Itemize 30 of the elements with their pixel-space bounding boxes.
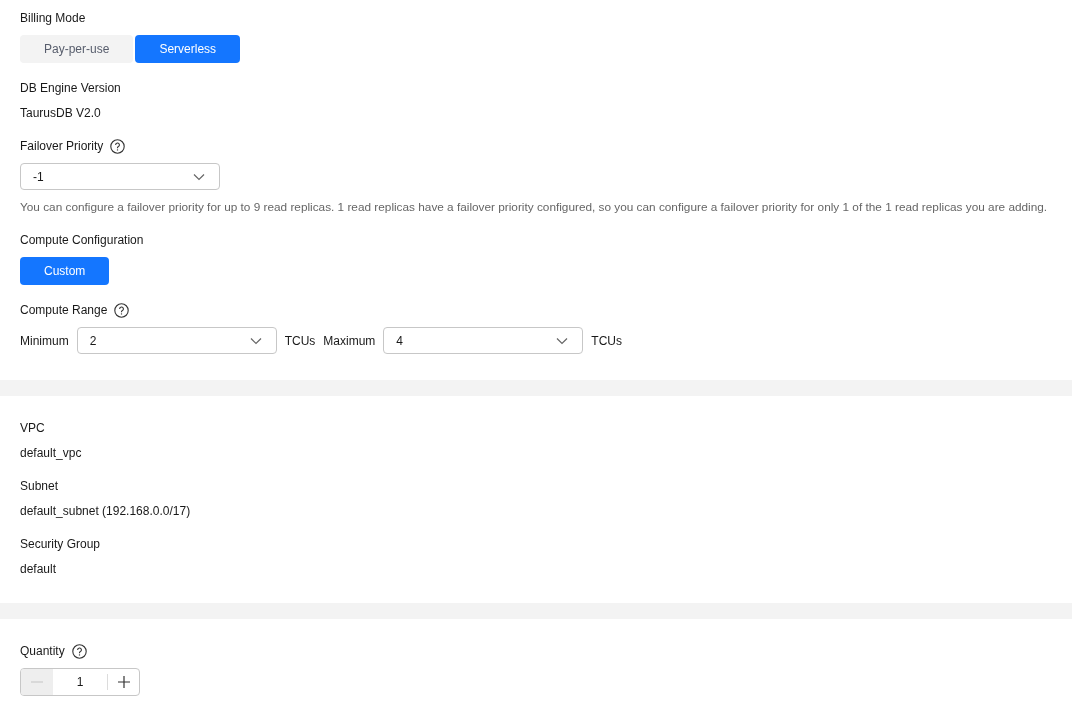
- field-value: default_subnet (192.168.0.0/17): [20, 503, 191, 519]
- field-label: Compute Range: [20, 302, 108, 318]
- field-label: Billing Mode: [20, 10, 86, 26]
- range-label: Maximum: [323, 333, 376, 348]
- field-label: Subnet: [20, 478, 59, 494]
- field-value: TaurusDB V2.0: [20, 105, 101, 121]
- dropdown[interactable]: 4: [383, 327, 584, 354]
- option-button[interactable]: Pay-per-use: [20, 35, 134, 63]
- field-label: Compute Configuration: [20, 232, 144, 248]
- range-label: Minimum: [20, 333, 69, 348]
- dropdown-value: 2: [89, 333, 97, 348]
- dropdown-value: 4: [396, 333, 404, 348]
- field-value: default: [20, 561, 57, 577]
- dropdown-value: -1: [33, 169, 44, 184]
- chevron-down-icon: [249, 336, 262, 345]
- chevron-down-icon: [556, 336, 569, 345]
- field-label: VPC: [20, 420, 45, 436]
- dropdown[interactable]: -1: [20, 163, 220, 190]
- option-button[interactable]: Custom: [20, 257, 110, 285]
- field-label: DB Engine Version: [20, 80, 121, 96]
- field-label: Security Group: [20, 536, 101, 552]
- field-value: default_vpc: [20, 445, 82, 461]
- unit-label: TCUs: [591, 333, 623, 348]
- field-label: Failover Priority: [20, 138, 104, 154]
- chevron-down-icon: [193, 172, 205, 181]
- option-button[interactable]: Serverless: [135, 35, 241, 63]
- field-label: Quantity: [20, 643, 65, 659]
- unit-label: TCUs: [284, 333, 316, 348]
- hint-text: You can configure a failover priority for up to 9 read replicas. 1 read replicas have a failover priority configured, so you can configure a failover priority for only 1 of the 1 read replicas you are adding.: [20, 199, 1048, 215]
- dropdown[interactable]: 2: [76, 327, 277, 354]
